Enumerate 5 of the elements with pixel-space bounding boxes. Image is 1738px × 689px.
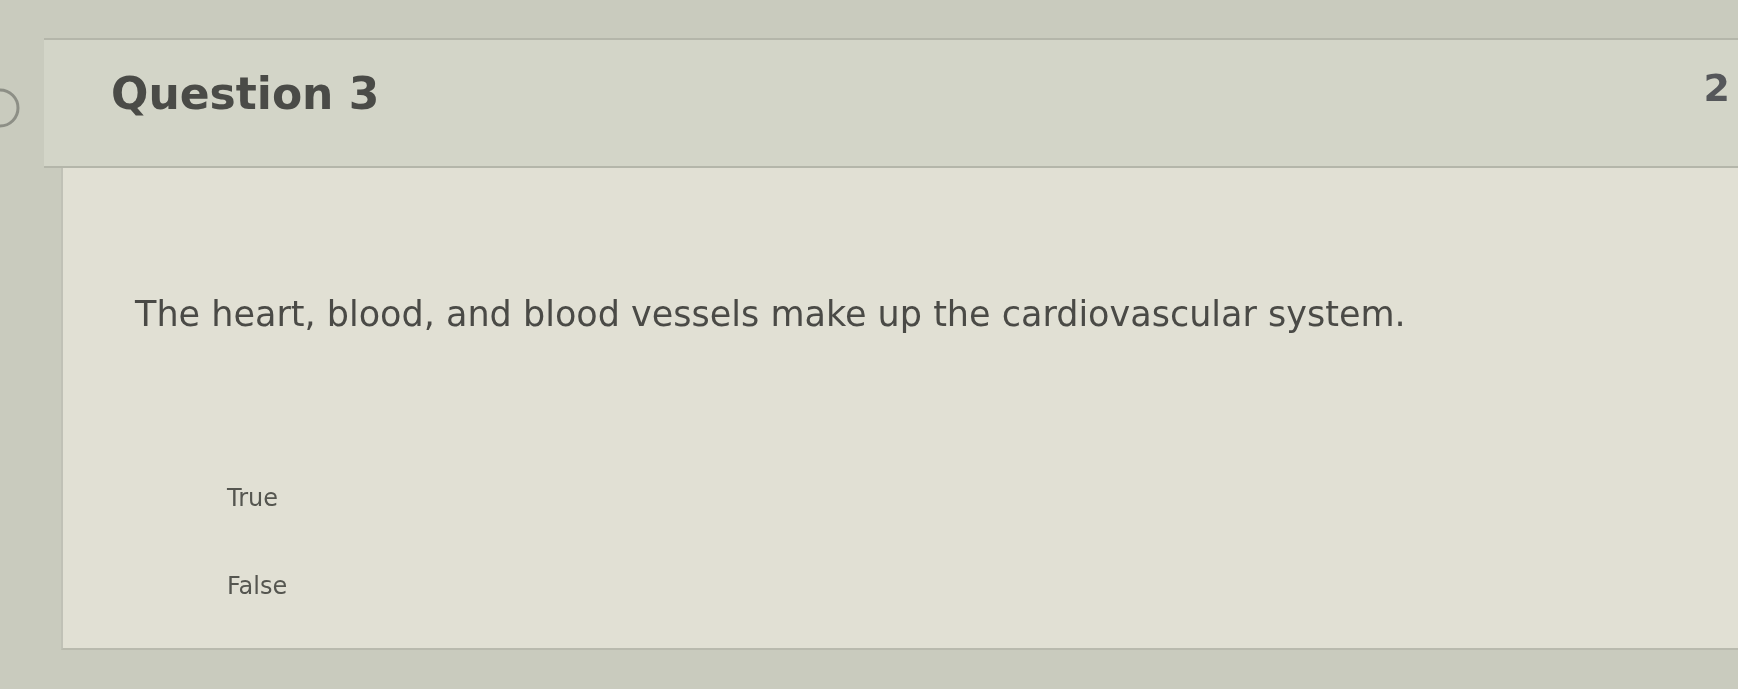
answer-option[interactable]: True [227,484,278,512]
question-title: Question 3 [111,67,380,119]
answer-option[interactable]: False [227,572,288,600]
question-text: The heart, blood, and blood vessels make up the cardiovascular system. [135,294,1407,334]
question-points: 2 [1703,66,1730,110]
